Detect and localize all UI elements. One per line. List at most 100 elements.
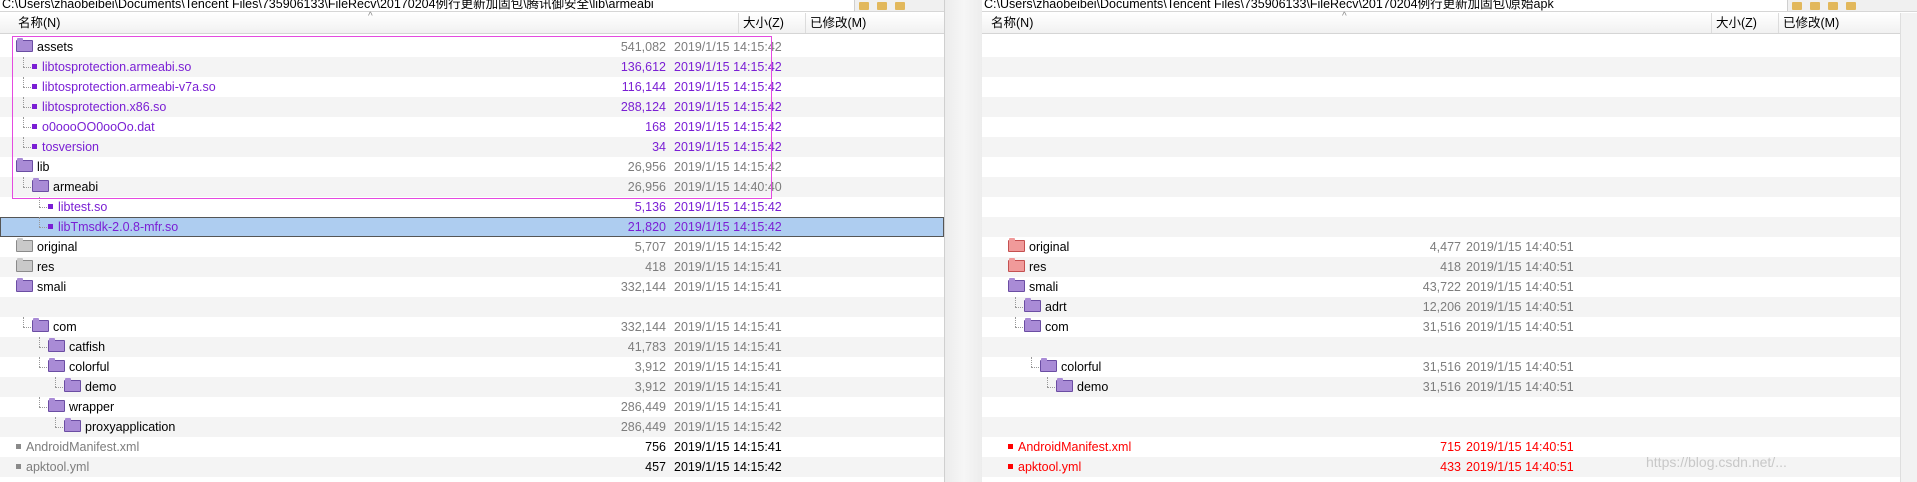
left-path-bar[interactable]: C:\Users\zhaobeibei\Documents\Tencent Fi… <box>0 0 944 12</box>
folder-row[interactable]: lib 26,956 2019/1/15 14:15:42 <box>0 157 944 177</box>
folder-row[interactable]: proxyapplication 286,449 2019/1/15 14:15:4… <box>0 417 944 437</box>
blank-row[interactable] <box>982 217 1917 237</box>
folder-row[interactable]: armeabi 26,956 2019/1/15 14:40:40 <box>0 177 944 197</box>
folder-icon <box>48 358 65 372</box>
tree-line <box>23 57 24 67</box>
item-name-text: AndroidManifest.xml <box>1018 440 1132 454</box>
folder-row[interactable]: demo 31,516 2019/1/15 14:40:51 <box>982 377 1917 397</box>
left-header-size[interactable]: 大小(Z) <box>739 13 806 33</box>
left-header-name[interactable]: 名称(N) <box>14 13 739 33</box>
item-name-text: colorful <box>69 360 110 374</box>
folder-row[interactable]: colorful 31,516 2019/1/15 14:40:51 <box>982 357 1917 377</box>
folder-row[interactable]: smali 43,722 2019/1/15 14:40:51 <box>982 277 1917 297</box>
item-modified-date: 2019/1/15 14:15:42 <box>674 160 782 174</box>
blank-row[interactable] <box>982 77 1917 97</box>
file-icon <box>32 84 37 89</box>
file-icon <box>32 124 37 129</box>
right-path-bar[interactable]: C:\Users\zhaobeibei\Documents\Tencent Fi… <box>982 0 1917 12</box>
up-folder-icon[interactable] <box>1810 2 1820 10</box>
right-folder-pane: C:\Users\zhaobeibei\Documents\Tencent Fi… <box>982 0 1917 482</box>
item-name: libtosprotection.armeabi-v7a.so <box>32 77 550 97</box>
right-header-name[interactable]: 名称(N) <box>987 13 1712 33</box>
file-row[interactable]: AndroidManifest.xml 756 2019/1/15 14:15:41 <box>0 437 944 457</box>
file-row[interactable]: libTmsdk-2.0.8-mfr.so 21,820 2019/1/15 14:… <box>0 217 944 237</box>
item-name: libtosprotection.armeabi.so <box>32 57 550 77</box>
folder-row[interactable]: res 418 2019/1/15 14:15:41 <box>0 257 944 277</box>
swap-icon[interactable] <box>1828 2 1838 10</box>
item-name: apktool.yml <box>1008 457 1332 477</box>
file-row[interactable]: libtosprotection.armeabi.so 136,612 2019/1… <box>0 57 944 77</box>
blank-row[interactable] <box>982 177 1917 197</box>
browse-folder-icon[interactable] <box>1792 2 1802 10</box>
file-icon <box>32 104 37 109</box>
folder-icon <box>48 398 65 412</box>
item-modified-date: 2019/1/15 14:40:51 <box>1466 260 1574 274</box>
right-scrollbar[interactable] <box>1900 13 1917 482</box>
right-header-modified[interactable]: 已修改(M) <box>1779 13 1899 33</box>
tree-connector <box>39 367 47 368</box>
folder-row[interactable]: smali 332,144 2019/1/15 14:15:41 <box>0 277 944 297</box>
item-modified-date: 2019/1/15 14:15:41 <box>674 260 782 274</box>
folder-row[interactable]: catfish 41,783 2019/1/15 14:15:41 <box>0 337 944 357</box>
file-icon <box>16 464 21 469</box>
item-name: assets <box>16 37 550 57</box>
file-icon <box>32 144 37 149</box>
folder-row[interactable]: original 5,707 2019/1/15 14:15:42 <box>0 237 944 257</box>
tree-connector <box>23 67 31 68</box>
item-name: libTmsdk-2.0.8-mfr.so <box>48 217 550 237</box>
blank-row[interactable] <box>982 57 1917 77</box>
item-name: proxyapplication <box>64 417 550 437</box>
left-header-modified[interactable]: 已修改(M) <box>806 13 944 33</box>
swap-icon[interactable] <box>895 2 905 10</box>
item-name-text: original <box>37 240 78 254</box>
blank-row[interactable] <box>982 117 1917 137</box>
folder-row[interactable]: com 31,516 2019/1/15 14:40:51 <box>982 317 1917 337</box>
folder-row[interactable]: demo 3,912 2019/1/15 14:15:41 <box>0 377 944 397</box>
item-name: smali <box>1008 277 1332 297</box>
item-name-text: colorful <box>1061 360 1102 374</box>
folder-row[interactable]: res 418 2019/1/15 14:40:51 <box>982 257 1917 277</box>
item-modified-date: 2019/1/15 14:15:42 <box>674 100 782 114</box>
item-name-text: libtosprotection.armeabi-v7a.so <box>42 80 216 94</box>
file-row[interactable]: o0oooOO0ooOo.dat 168 2019/1/15 14:15:42 <box>0 117 944 137</box>
file-row[interactable]: libtosprotection.armeabi-v7a.so 116,144 20… <box>0 77 944 97</box>
item-name: original <box>1008 237 1332 257</box>
refresh-icon[interactable] <box>1846 2 1856 10</box>
file-row[interactable]: apktool.yml 457 2019/1/15 14:15:42 <box>0 457 944 477</box>
blank-row[interactable] <box>982 37 1917 57</box>
folder-row[interactable]: adrt 12,206 2019/1/15 14:40:51 <box>982 297 1917 317</box>
folder-row[interactable]: assets 541,082 2019/1/15 14:15:42 <box>0 37 944 57</box>
folder-row[interactable]: colorful 3,912 2019/1/15 14:15:41 <box>0 357 944 377</box>
tree-line <box>39 197 40 207</box>
folder-row[interactable]: wrapper 286,449 2019/1/15 14:15:41 <box>0 397 944 417</box>
tree-connector <box>23 87 31 88</box>
left-column-header: 名称(N) ^ 大小(Z) 已修改(M) <box>0 12 944 34</box>
right-header-size[interactable]: 大小(Z) <box>1712 13 1779 33</box>
item-size: 433 <box>1440 460 1461 474</box>
blank-row[interactable] <box>982 397 1917 417</box>
file-row[interactable]: tosversion 34 2019/1/15 14:15:42 <box>0 137 944 157</box>
item-name: com <box>32 317 550 337</box>
folder-row[interactable]: original 4,477 2019/1/15 14:40:51 <box>982 237 1917 257</box>
blank-row[interactable] <box>982 197 1917 217</box>
item-name-text: catfish <box>69 340 106 354</box>
blank-row[interactable] <box>982 337 1917 357</box>
blank-row[interactable] <box>982 137 1917 157</box>
left-path-text[interactable]: C:\Users\zhaobeibei\Documents\Tencent Fi… <box>2 0 654 11</box>
right-path-text[interactable]: C:\Users\zhaobeibei\Documents\Tencent Fi… <box>984 0 1554 11</box>
up-folder-icon[interactable] <box>877 2 887 10</box>
file-row[interactable]: libtosprotection.x86.so 288,124 2019/1/15 … <box>0 97 944 117</box>
blank-row[interactable] <box>982 97 1917 117</box>
blank-row[interactable] <box>982 157 1917 177</box>
browse-folder-icon[interactable] <box>859 2 869 10</box>
folder-row[interactable]: com 332,144 2019/1/15 14:15:41 <box>0 317 944 337</box>
folder-icon <box>16 258 33 272</box>
file-row[interactable]: libtest.so 5,136 2019/1/15 14:15:42 <box>0 197 944 217</box>
item-name-text: res <box>37 260 55 274</box>
item-size: 31,516 <box>1422 360 1461 374</box>
blank-row[interactable] <box>982 417 1917 437</box>
item-name-text: o0oooOO0ooOo.dat <box>42 120 155 134</box>
folder-icon <box>1008 278 1025 292</box>
item-modified-date: 2019/1/15 14:40:51 <box>1466 320 1574 334</box>
blank-row[interactable] <box>0 297 944 317</box>
